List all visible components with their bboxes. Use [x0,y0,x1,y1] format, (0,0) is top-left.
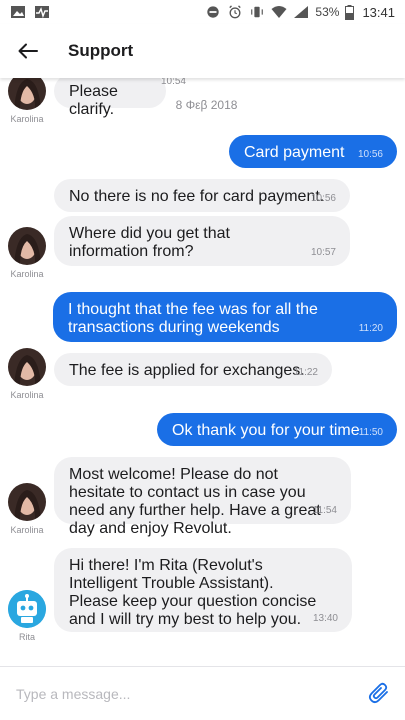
app-header: Support [0,24,405,78]
sender-name: Rita [18,632,35,642]
dnd-icon [207,6,220,18]
message-bubble-incoming[interactable]: The fee is applied for exchanges. 11:22 [54,353,332,386]
bot-avatar[interactable] [8,590,46,628]
message-bubble-incoming[interactable]: No there is no fee for card payment. 10:… [54,179,350,212]
message-text: I thought that the fee was for all the t… [68,301,318,336]
attach-button[interactable] [367,681,391,705]
message-time: 11:50 [358,427,383,438]
message-text: Ok thank you for your time [172,422,360,439]
message-input[interactable] [16,685,346,702]
page-title: Support [68,41,134,60]
message-bubble-incoming[interactable]: Most welcome! Please do not hesitate to … [54,457,351,537]
status-bar: 53% 13:41 [0,0,405,24]
image-icon [11,6,25,18]
alarm-icon [229,5,242,19]
message-time: 11:22 [293,367,318,378]
sender-name: Karolina [10,114,44,124]
arrow-left-icon [18,43,38,59]
sender-name: Karolina [10,269,44,279]
vibrate-icon [251,6,264,18]
sender-name: Karolina [10,525,44,535]
message-time: 10:56 [357,149,383,160]
message-time: 10:56 [310,193,336,204]
message-text: Most welcome! Please do not hesitate to … [69,466,321,537]
robot-icon [8,590,46,628]
message-bubble-outgoing[interactable]: Card payment 10:56 [229,135,397,168]
message-time: 11:20 [358,323,383,334]
avatar[interactable] [8,348,46,386]
activity-icon [35,6,49,19]
battery-percent: 53% [315,5,340,19]
message-bubble-incoming[interactable]: Hi there! I'm Rita (Revolut's Intelligen… [54,548,352,632]
message-text: Where did you get that information from? [69,225,230,260]
message-bubble-outgoing[interactable]: I thought that the fee was for all the t… [53,292,397,342]
message-text: Card payment [244,144,345,161]
message-text: No there is no fee for card payment. [69,188,325,205]
date-separator: 8 Φεβ 2018 [175,98,238,112]
message-composer [0,666,405,720]
message-bubble-incoming[interactable]: Where did you get that information from?… [54,216,350,266]
message-list[interactable]: Karolina Please clarify. 10:54 8 Φεβ 201… [0,78,405,666]
message-time: 10:57 [310,247,336,258]
avatar[interactable] [8,227,46,265]
signal-icon [294,6,309,18]
wifi-icon [271,6,287,18]
sender-name: Karolina [10,390,44,400]
back-button[interactable] [4,27,52,75]
message-text: The fee is applied for exchanges. [69,362,305,379]
status-time: 13:41 [362,4,395,20]
message-text: Hi there! I'm Rita (Revolut's Intelligen… [69,557,317,628]
message-time: 13:40 [312,613,338,624]
message-bubble-outgoing[interactable]: Ok thank you for your time 11:50 [157,413,397,446]
avatar[interactable] [8,483,46,521]
message-time: 10:54 [160,78,186,87]
paperclip-icon [368,682,388,704]
message-time: 11:54 [312,505,337,516]
battery-icon [345,4,355,20]
